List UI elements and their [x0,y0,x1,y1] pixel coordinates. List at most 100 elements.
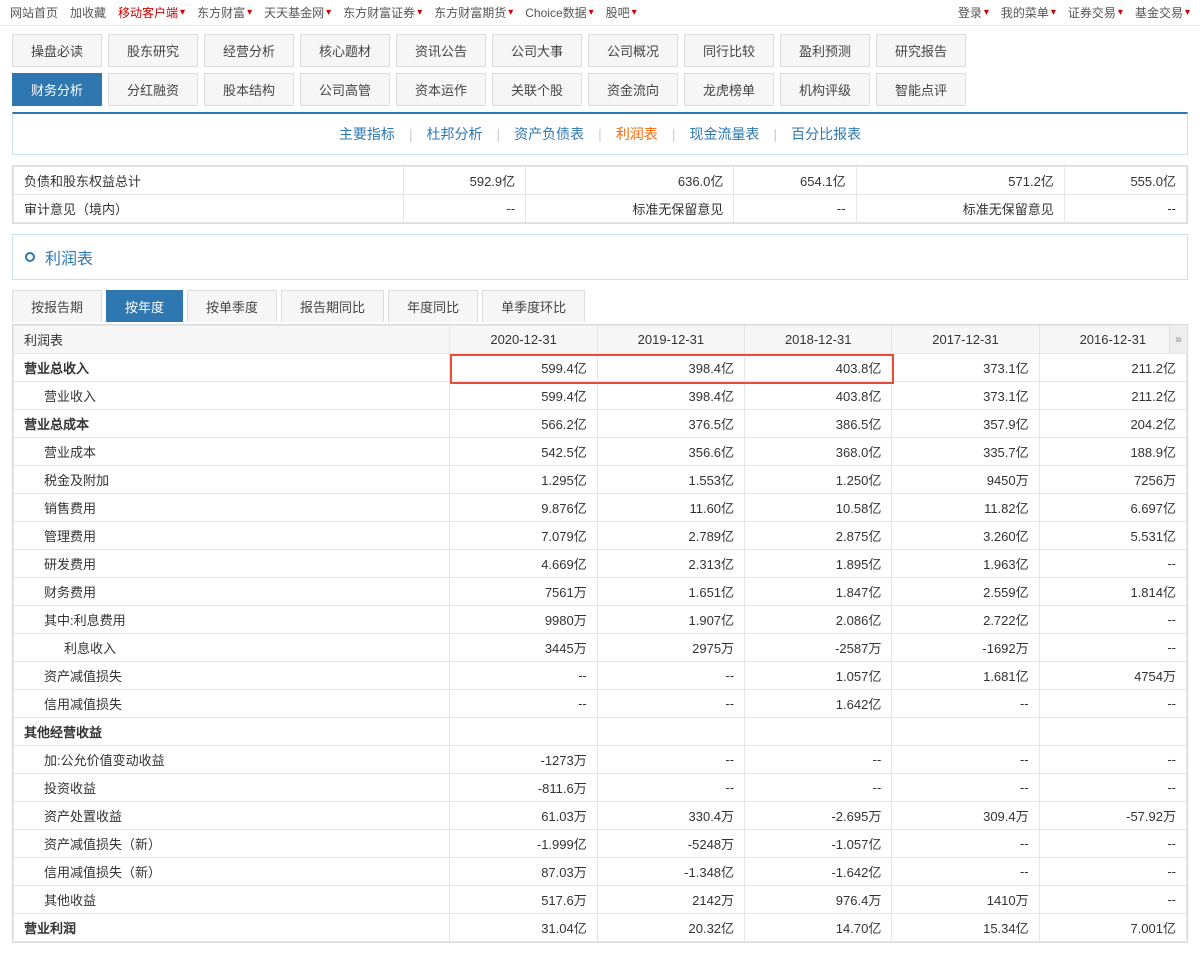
table-header-date: 2017-12-31 [892,326,1039,354]
module-tab[interactable]: 核心题材 [300,34,390,67]
bullet-icon [25,252,35,262]
module-tab[interactable]: 股本结构 [204,73,294,106]
report-subtab[interactable]: 主要指标 [325,124,409,144]
table-header-date: 2016-12-31 [1039,326,1186,354]
table-cell: 542.5亿 [450,438,597,466]
module-tab[interactable]: 资本运作 [396,73,486,106]
module-tab[interactable]: 关联个股 [492,73,582,106]
table-row-label: 研发费用 [14,550,450,578]
topnav-item[interactable]: 天天基金网▾ [264,4,331,21]
table-cell: 599.4亿 [450,382,597,410]
table-row-label: 资产减值损失（新） [14,830,450,858]
table-cell: 11.82亿 [892,494,1039,522]
module-tab[interactable]: 资金流向 [588,73,678,106]
table-row-label: 负债和股东权益总计 [14,167,404,195]
table-row: 营业总成本566.2亿376.5亿386.5亿357.9亿204.2亿 [14,410,1187,438]
table-cell: 204.2亿 [1039,410,1186,438]
table-cell: 9980万 [450,606,597,634]
table-row: 资产减值损失----1.057亿1.681亿4754万 [14,662,1187,690]
table-row: 营业利润31.04亿20.32亿14.70亿15.34亿7.001亿 [14,914,1187,942]
table-row-label: 其他经营收益 [14,718,450,746]
topnav-item[interactable]: 基金交易▾ [1135,4,1190,21]
table-cell: 1.057亿 [745,662,892,690]
table-cell: 211.2亿 [1039,382,1186,410]
table-row: 资产处置收益61.03万330.4万-2.695万309.4万-57.92万 [14,802,1187,830]
table-cell: 571.2亿 [856,167,1064,195]
module-tab[interactable]: 机构评级 [780,73,870,106]
table-cell: -57.92万 [1039,802,1186,830]
table-cell: 1.847亿 [745,578,892,606]
topnav-item[interactable]: 登录▾ [958,4,989,21]
topnav-item[interactable]: 移动客户端▾ [118,4,185,21]
table-row-label: 税金及附加 [14,466,450,494]
table-row: 其中:利息费用9980万1.907亿2.086亿2.722亿-- [14,606,1187,634]
module-tab[interactable]: 财务分析 [12,73,102,106]
module-tab[interactable]: 盈利预测 [780,34,870,67]
table-row-label: 利息收入 [14,634,450,662]
table-row-label: 审计意见（境内） [14,195,404,223]
report-subtab[interactable]: 现金流量表 [675,124,773,144]
module-tab[interactable]: 分红融资 [108,73,198,106]
table-cell: 356.6亿 [597,438,744,466]
topnav-item[interactable]: 东方财富证券▾ [343,4,422,21]
table-row-label: 其他收益 [14,886,450,914]
table-cell: 398.4亿 [597,382,744,410]
report-subtab[interactable]: 杜邦分析 [413,124,497,144]
report-subtab[interactable]: 资产负债表 [500,124,598,144]
table-cell: -- [892,858,1039,886]
table-cell: -1.642亿 [745,858,892,886]
module-tab[interactable]: 同行比较 [684,34,774,67]
section-title: 利润表 [12,234,1188,280]
topnav-item[interactable]: 东方财富▾ [197,4,252,21]
chevron-down-icon: ▾ [1118,7,1123,18]
table-cell: -- [1039,634,1186,662]
module-tab[interactable]: 股东研究 [108,34,198,67]
table-cell [745,718,892,746]
table-cell: 2.722亿 [892,606,1039,634]
period-tab[interactable]: 报告期同比 [281,290,384,322]
table-cell: 1.907亿 [597,606,744,634]
table-row: 资产减值损失（新）-1.999亿-5248万-1.057亿---- [14,830,1187,858]
module-tab[interactable]: 公司高管 [300,73,390,106]
table-cell: 1.295亿 [450,466,597,494]
topnav-item[interactable]: 股吧▾ [606,4,637,21]
table-cell: -- [1039,746,1186,774]
module-tab[interactable]: 研究报告 [876,34,966,67]
period-tab[interactable]: 按单季度 [187,290,277,322]
topnav-item[interactable]: 网站首页 [10,4,58,21]
table-row-label: 营业总成本 [14,410,450,438]
topnav-item[interactable]: 我的菜单▾ [1001,4,1056,21]
table-cell: 11.60亿 [597,494,744,522]
chevron-down-icon: ▾ [326,7,331,18]
chevron-down-icon: ▾ [247,7,252,18]
table-cell [892,718,1039,746]
scroll-right-icon[interactable]: » [1169,325,1187,353]
module-tab[interactable]: 操盘必读 [12,34,102,67]
period-tab[interactable]: 单季度环比 [482,290,585,322]
period-tab[interactable]: 年度同比 [388,290,478,322]
table-cell: 2.789亿 [597,522,744,550]
module-tab[interactable]: 公司大事 [492,34,582,67]
topnav-item[interactable]: 东方财富期货▾ [434,4,513,21]
table-row-label: 加:公允价值变动收益 [14,746,450,774]
table-header-date: 2018-12-31 [745,326,892,354]
table-cell: 386.5亿 [745,410,892,438]
module-tab[interactable]: 龙虎榜单 [684,73,774,106]
module-tab[interactable]: 公司概况 [588,34,678,67]
period-tab[interactable]: 按报告期 [12,290,102,322]
report-subtabs: 主要指标|杜邦分析|资产负债表|利润表|现金流量表|百分比报表 [12,112,1188,155]
topnav-item[interactable]: Choice数据▾ [525,4,593,21]
period-tab[interactable]: 按年度 [106,290,183,322]
module-tab[interactable]: 资讯公告 [396,34,486,67]
table-row-label: 营业总收入 [14,354,450,382]
report-subtab[interactable]: 利润表 [602,124,672,144]
table-cell: 403.8亿 [745,382,892,410]
report-subtab[interactable]: 百分比报表 [777,124,875,144]
table-cell: 1.250亿 [745,466,892,494]
topnav-item[interactable]: 加收藏 [70,4,106,21]
module-tab[interactable]: 智能点评 [876,73,966,106]
table-cell: -- [734,195,856,223]
module-tab[interactable]: 经营分析 [204,34,294,67]
chevron-down-icon: ▾ [1051,7,1056,18]
topnav-item[interactable]: 证券交易▾ [1068,4,1123,21]
